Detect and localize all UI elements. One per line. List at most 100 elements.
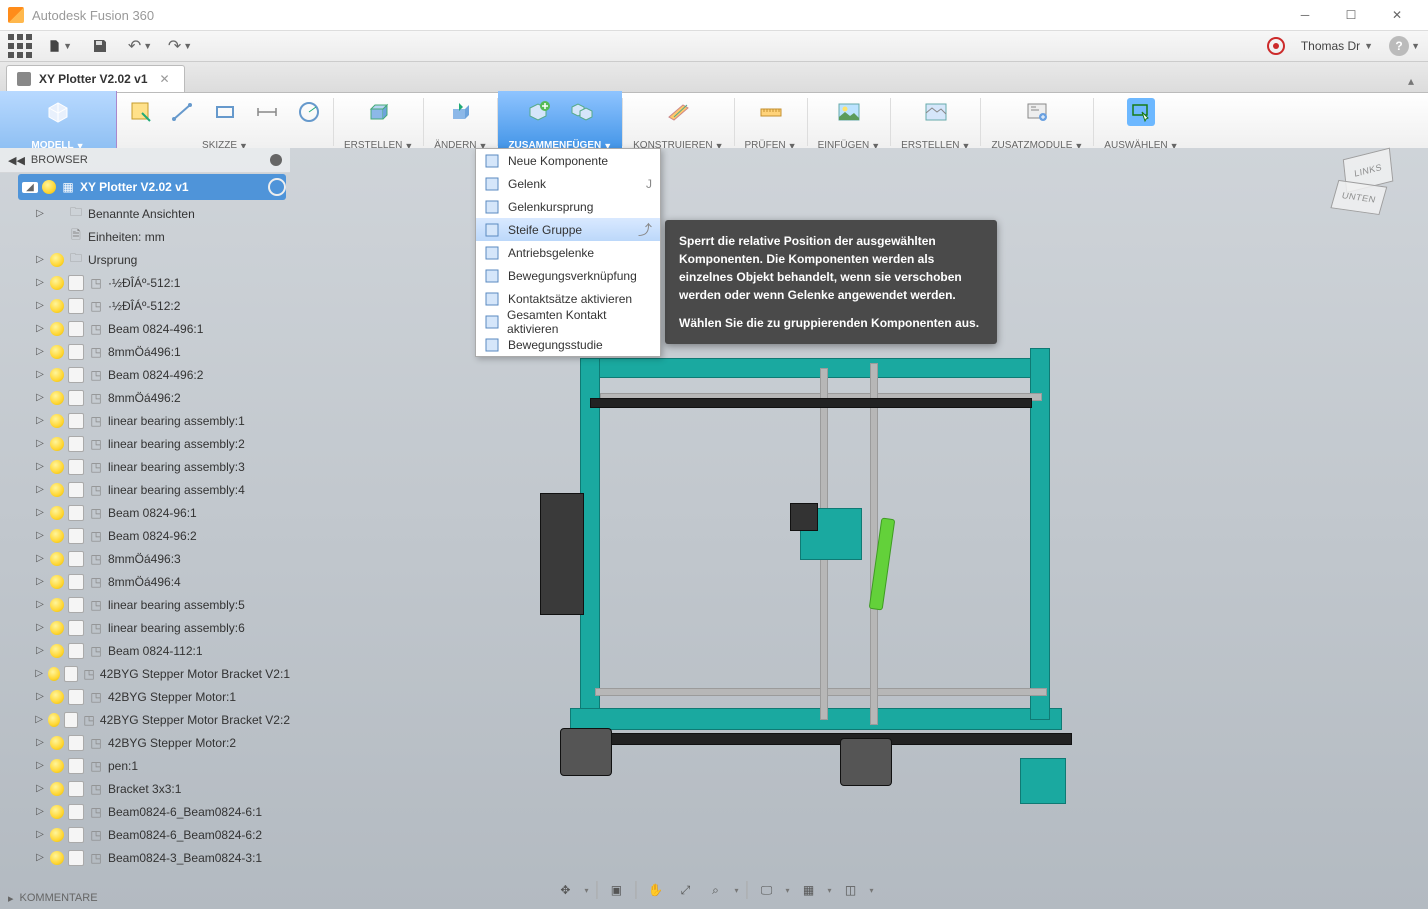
maximize-button[interactable]: ☐ (1328, 0, 1374, 30)
menu-item-motion-study[interactable]: Bewegungsstudie (476, 333, 660, 356)
zoom-icon[interactable]: ⤢ (674, 879, 696, 901)
expand-icon[interactable]: ▷ (34, 461, 46, 472)
tree-item[interactable]: ▷◳linear bearing assembly:3 (4, 455, 290, 478)
ribbon-group-construct[interactable]: KONSTRUIEREN▼ (623, 91, 733, 153)
help-menu[interactable]: ?▼ (1389, 36, 1420, 56)
ribbon-group-create[interactable]: ERSTELLEN▼ (334, 91, 423, 153)
link-checkbox[interactable] (64, 712, 78, 728)
expand-icon[interactable]: ▷ (34, 369, 46, 380)
visibility-bulb-icon[interactable] (50, 828, 64, 842)
expand-ribbon-button[interactable]: ▴ (1400, 70, 1422, 92)
tree-item[interactable]: ▷◳Beam 0824-496:2 (4, 363, 290, 386)
tree-item[interactable]: ▷◳Beam 0824-496:1 (4, 317, 290, 340)
visibility-bulb-icon[interactable] (48, 713, 60, 727)
tree-item[interactable]: ▷◳42BYG Stepper Motor:1 (4, 685, 290, 708)
tree-item[interactable]: ▷◳8mmÖá496:4 (4, 570, 290, 593)
insert-decal-icon[interactable] (835, 98, 863, 126)
visibility-bulb-icon[interactable] (50, 299, 64, 313)
expand-icon[interactable]: ▷ (34, 622, 46, 633)
activate-radio[interactable] (268, 178, 286, 196)
user-menu[interactable]: Thomas Dr▼ (1301, 39, 1373, 53)
expand-icon[interactable]: ▷ (34, 208, 46, 219)
viewport-layout-icon[interactable]: ◫ (840, 879, 862, 901)
extrude-icon[interactable] (365, 98, 393, 126)
rectangle-icon[interactable] (211, 98, 239, 126)
link-checkbox[interactable] (68, 689, 84, 705)
visibility-bulb-icon[interactable] (50, 736, 64, 750)
link-checkbox[interactable] (68, 505, 84, 521)
link-checkbox[interactable] (68, 459, 84, 475)
visibility-bulb-icon[interactable] (50, 345, 64, 359)
visibility-bulb-icon[interactable] (50, 391, 64, 405)
select-icon[interactable] (1127, 98, 1155, 126)
ribbon-group-assemble[interactable]: ZUSAMMENFÜGEN▼ (498, 91, 622, 153)
visibility-bulb-icon[interactable] (50, 644, 64, 658)
tree-item[interactable]: ▷◳Beam 0824-96:1 (4, 501, 290, 524)
measure-icon[interactable] (757, 98, 785, 126)
menu-item-motion-link[interactable]: Bewegungsverknüpfung (476, 264, 660, 287)
link-checkbox[interactable] (68, 804, 84, 820)
save-button[interactable] (88, 34, 112, 58)
orbit-icon[interactable]: ✥ (554, 879, 576, 901)
expand-icon[interactable]: ▷ (34, 254, 46, 265)
expand-icon[interactable]: ▷ (34, 829, 46, 840)
menu-item-rigid-group[interactable]: Steife Gruppe⤴ (476, 218, 660, 241)
link-checkbox[interactable] (68, 643, 84, 659)
redo-button[interactable]: ↷▼ (168, 34, 192, 58)
visibility-bulb-icon[interactable] (50, 276, 64, 290)
visibility-bulb-icon[interactable] (50, 368, 64, 382)
expand-icon[interactable]: ▷ (34, 645, 46, 656)
joint-icon[interactable] (567, 98, 595, 126)
tree-item[interactable]: ▷◳42BYG Stepper Motor Bracket V2:2 (4, 708, 290, 731)
expand-icon[interactable]: ▷ (34, 668, 44, 679)
press-pull-icon[interactable] (447, 98, 475, 126)
tree-item[interactable]: ▷◳linear bearing assembly:6 (4, 616, 290, 639)
close-tab-button[interactable]: ✕ (156, 72, 174, 86)
visibility-bulb-icon[interactable] (50, 759, 64, 773)
ribbon-group-insert[interactable]: EINFÜGEN▼ (808, 91, 891, 153)
browser-settings-icon[interactable] (270, 154, 282, 166)
ribbon-group-select[interactable]: AUSWÄHLEN▼ (1094, 91, 1188, 153)
ribbon-group-addins[interactable]: ZUSATZMODULE▼ (981, 91, 1093, 153)
menu-item-joint-origin[interactable]: Gelenkursprung (476, 195, 660, 218)
link-checkbox[interactable] (68, 551, 84, 567)
expand-icon[interactable]: ▷ (34, 691, 46, 702)
visibility-bulb-icon[interactable] (50, 690, 64, 704)
expand-icon[interactable]: ▷ (34, 415, 46, 426)
tree-item[interactable]: ▷🗀Benannte Ansichten (4, 202, 290, 225)
browser-tree[interactable]: ◢▦XY Plotter V2.02 v1▷🗀Benannte Ansichte… (4, 172, 290, 885)
visibility-bulb-icon[interactable] (50, 322, 64, 336)
link-checkbox[interactable] (68, 344, 84, 360)
visibility-bulb-icon[interactable] (50, 621, 64, 635)
link-checkbox[interactable] (68, 827, 84, 843)
document-tab[interactable]: XY Plotter V2.02 v1 ✕ (6, 65, 185, 92)
visibility-bulb-icon[interactable] (50, 851, 64, 865)
collapse-left-icon[interactable]: ◀◀ (8, 154, 25, 167)
tree-item[interactable]: ▷◳linear bearing assembly:1 (4, 409, 290, 432)
link-checkbox[interactable] (68, 482, 84, 498)
link-checkbox[interactable] (68, 758, 84, 774)
new-component-icon[interactable] (525, 98, 553, 126)
tree-item[interactable]: ▷◳Beam 0824-112:1 (4, 639, 290, 662)
visibility-bulb-icon[interactable] (50, 552, 64, 566)
undo-button[interactable]: ↶▼ (128, 34, 152, 58)
visibility-bulb-icon[interactable] (50, 437, 64, 451)
expand-icon[interactable]: ▷ (34, 852, 46, 863)
visibility-bulb-icon[interactable] (50, 805, 64, 819)
view-cube[interactable]: LINKS UNTEN (1325, 151, 1402, 228)
create-sketch-icon[interactable] (127, 98, 155, 126)
tree-item[interactable]: ▷◳8mmÖá496:2 (4, 386, 290, 409)
file-menu-button[interactable]: ▼ (48, 34, 72, 58)
expand-icon[interactable]: ▷ (34, 714, 44, 725)
expand-icon[interactable]: ▷ (34, 760, 46, 771)
link-checkbox[interactable] (64, 666, 78, 682)
ribbon-group-inspect[interactable]: PRÜFEN▼ (735, 91, 807, 153)
close-button[interactable]: ✕ (1374, 0, 1420, 30)
browser-header[interactable]: ◀◀ BROWSER (0, 148, 290, 173)
expand-icon[interactable]: ▷ (34, 438, 46, 449)
expand-icon[interactable]: ▷ (34, 323, 46, 334)
tree-item[interactable]: ▷◳Beam0824-6_Beam0824-6:2 (4, 823, 290, 846)
visibility-bulb-icon[interactable] (50, 529, 64, 543)
tree-item[interactable]: ▷◳Beam 0824-96:2 (4, 524, 290, 547)
tree-item[interactable]: ▷◳Beam0824-3_Beam0824-3:1 (4, 846, 290, 869)
